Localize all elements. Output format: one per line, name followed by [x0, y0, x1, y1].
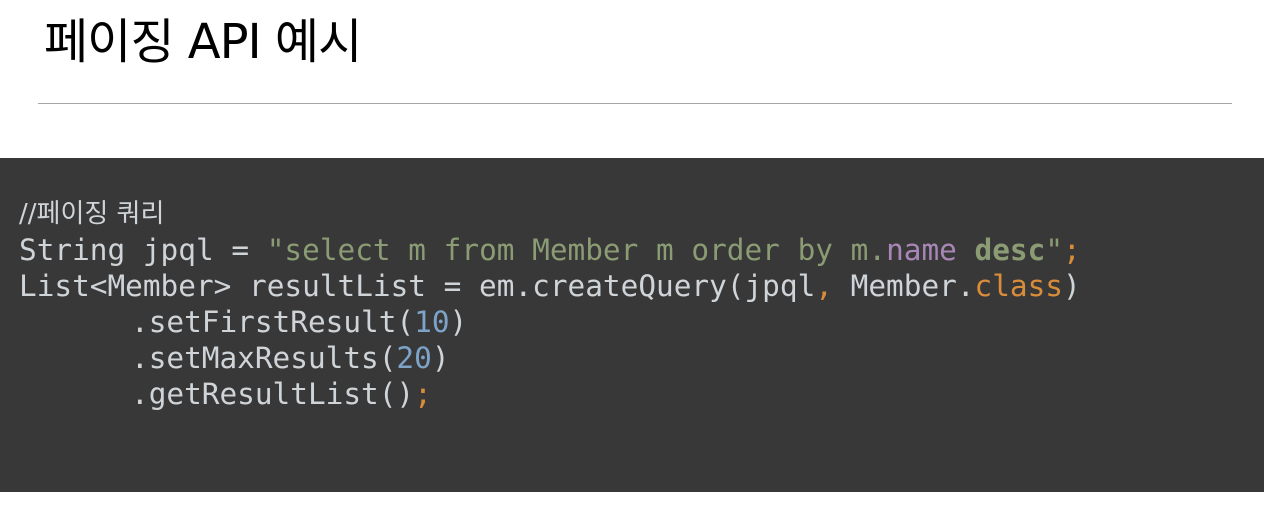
code-string-end: "	[1045, 233, 1064, 267]
code-number: 20	[396, 341, 432, 375]
title-divider	[38, 103, 1232, 104]
code-line-6: .getResultList();	[19, 376, 1264, 412]
code-field: name	[886, 233, 957, 267]
code-semicolon: ;	[414, 377, 432, 411]
code-method: .getResultList()	[131, 377, 415, 411]
code-line-3: List<Member> resultList = em.createQuery…	[19, 268, 1264, 304]
code-line-comment: //페이징 쿼리	[19, 196, 1264, 232]
code-method: .setFirstResult(	[131, 305, 415, 339]
code-class-ref: Member.	[832, 269, 975, 303]
slide-title: 페이징 API 예시	[44, 14, 362, 70]
code-line-2: String jpql = "select m from Member m or…	[19, 232, 1264, 268]
code-close-paren: )	[449, 305, 468, 339]
code-comma: ,	[815, 269, 833, 303]
code-declaration: String jpql =	[19, 233, 267, 267]
code-string-space	[957, 233, 975, 267]
code-keyword-desc: desc	[974, 233, 1046, 267]
code-close-paren: )	[1063, 269, 1081, 303]
code-method: .setMaxResults(	[131, 341, 397, 375]
code-block: //페이징 쿼리 String jpql = "select m from Me…	[0, 158, 1264, 492]
code-semicolon: ;	[1063, 233, 1081, 267]
code-line-5: .setMaxResults(20)	[19, 340, 1264, 376]
code-number: 10	[414, 305, 450, 339]
code-keyword-class: class	[974, 269, 1064, 303]
code-close-paren: )	[431, 341, 450, 375]
code-call: List<Member> resultList = em.createQuery…	[19, 269, 816, 303]
code-string: "select m from Member m order by m.	[266, 233, 887, 267]
code-line-4: .setFirstResult(10)	[19, 304, 1264, 340]
code-comment: //페이징 쿼리	[19, 199, 165, 229]
